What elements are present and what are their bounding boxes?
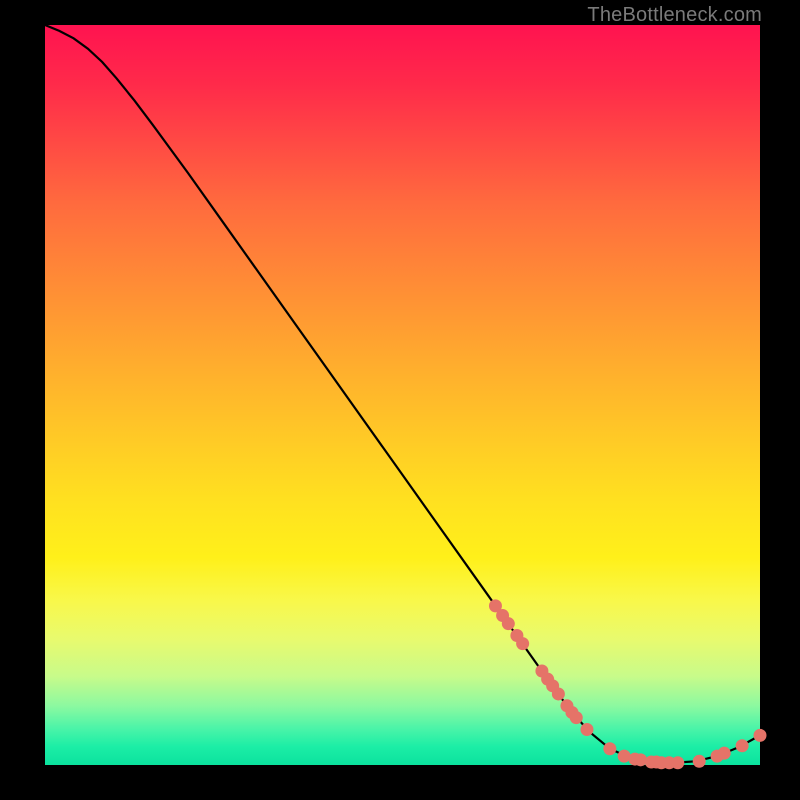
marker-dot <box>516 637 529 650</box>
marker-dot <box>718 747 731 760</box>
marker-dot <box>754 729 767 742</box>
marker-dot <box>671 756 684 769</box>
marker-dot <box>736 739 749 752</box>
chart-stage: TheBottleneck.com <box>0 0 800 800</box>
marker-dot <box>570 711 583 724</box>
marker-dot <box>580 723 593 736</box>
marker-dot <box>603 742 616 755</box>
chart-overlay <box>45 25 760 765</box>
marker-dot <box>502 617 515 630</box>
bottleneck-curve <box>45 25 760 763</box>
marker-dot <box>693 755 706 768</box>
attribution-text: TheBottleneck.com <box>587 4 762 27</box>
marker-dot <box>634 753 647 766</box>
marker-dots-group <box>489 599 767 769</box>
marker-dot <box>552 687 565 700</box>
